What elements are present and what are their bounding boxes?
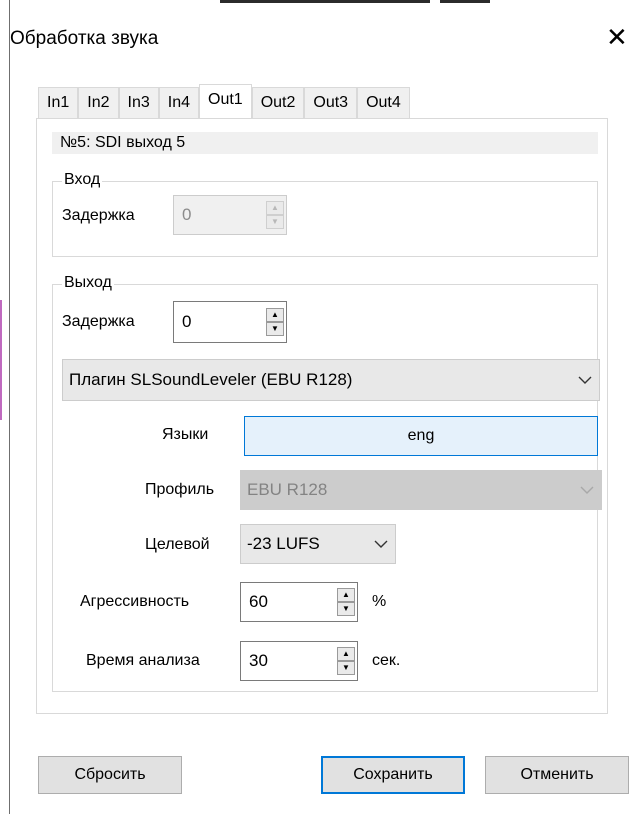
background-window-edge-2: [440, 0, 490, 3]
plugin-select[interactable]: Плагин SLSoundLeveler (EBU R128): [62, 359, 600, 401]
reset-button[interactable]: Сбросить: [38, 756, 182, 794]
tab-out3[interactable]: Out3: [304, 87, 358, 118]
languages-label: Языки: [162, 426, 209, 443]
tab-in2[interactable]: In2: [78, 87, 119, 118]
tab-out2[interactable]: Out2: [251, 87, 305, 118]
spin-up-icon[interactable]: ▲: [337, 647, 355, 661]
profile-select-value: EBU R128: [247, 480, 328, 499]
profile-select: EBU R128: [240, 470, 602, 510]
input-group-label: Вход: [62, 171, 103, 189]
input-delay-label: Задержка: [62, 207, 135, 224]
tab-in3[interactable]: In3: [118, 87, 159, 118]
window-title: Обработка звука: [10, 28, 159, 49]
target-label: Целевой: [145, 536, 210, 553]
spin-down-icon[interactable]: ▼: [266, 322, 284, 336]
aggressiveness-value[interactable]: 60: [241, 583, 335, 621]
analysis-time-value[interactable]: 30: [241, 642, 335, 680]
analysis-time-stepper[interactable]: 30 ▲ ▼: [240, 641, 358, 681]
spin-up-icon: ▲: [266, 201, 284, 215]
tab-strip: In1 In2 In3 In4 Out1 Out2 Out3 Out4: [38, 84, 410, 119]
save-button[interactable]: Сохранить: [321, 756, 465, 794]
chevron-down-icon: [367, 540, 395, 548]
spin-down-icon[interactable]: ▼: [337, 661, 355, 675]
analysis-time-label: Время анализа: [86, 652, 200, 669]
tab-in1[interactable]: In1: [38, 87, 79, 118]
input-delay-value: 0: [182, 205, 192, 224]
window-edge: [9, 0, 10, 814]
spin-up-icon[interactable]: ▲: [266, 308, 284, 322]
close-icon[interactable]: ✕: [606, 24, 628, 50]
aggressiveness-label: Агрессивность: [80, 593, 190, 610]
tab-in4[interactable]: In4: [158, 87, 199, 118]
plugin-select-value: Плагин SLSoundLeveler (EBU R128): [69, 370, 353, 389]
input-delay-stepper: 0 ▲ ▼: [173, 195, 287, 235]
languages-button[interactable]: eng: [244, 416, 598, 456]
target-select[interactable]: -23 LUFS: [240, 524, 396, 564]
spin-down-icon[interactable]: ▼: [337, 602, 355, 616]
target-select-value: -23 LUFS: [247, 534, 320, 553]
cancel-button[interactable]: Отменить: [485, 756, 629, 794]
output-delay-value[interactable]: 0: [174, 302, 264, 342]
profile-label: Профиль: [145, 481, 215, 498]
background-accent: [0, 300, 2, 420]
output-delay-label: Задержка: [62, 313, 135, 330]
channel-title: №5: SDI выход 5: [52, 132, 598, 154]
chevron-down-icon: [571, 376, 599, 384]
tab-out4[interactable]: Out4: [357, 87, 410, 118]
spin-down-icon: ▼: [266, 215, 284, 229]
output-delay-stepper[interactable]: 0 ▲ ▼: [173, 301, 287, 343]
tab-out1[interactable]: Out1: [199, 84, 252, 119]
aggressiveness-stepper[interactable]: 60 ▲ ▼: [240, 582, 358, 622]
aggressiveness-unit: %: [372, 593, 387, 610]
spin-up-icon[interactable]: ▲: [337, 588, 355, 602]
background-window-edge: [220, 0, 430, 3]
output-group-label: Выход: [62, 274, 114, 292]
analysis-time-unit: сек.: [372, 652, 401, 669]
chevron-down-icon: [573, 486, 601, 494]
